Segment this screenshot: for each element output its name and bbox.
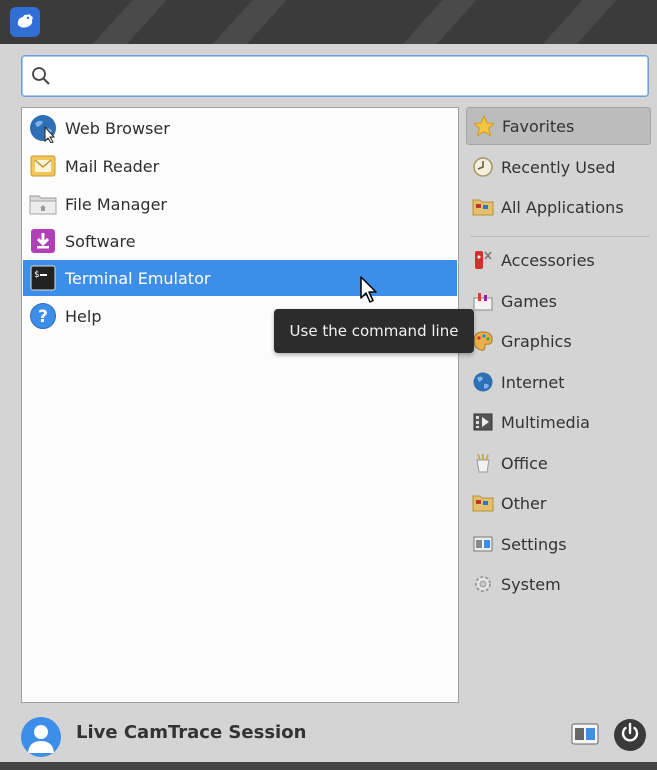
settings-icon <box>471 532 495 556</box>
category-all-applications[interactable]: All Applications <box>466 188 651 226</box>
category-games[interactable]: Games <box>466 282 651 320</box>
category-system[interactable]: System <box>466 565 651 603</box>
category-label: Settings <box>501 534 567 554</box>
file-manager-icon <box>28 189 58 219</box>
svg-text:$: $ <box>34 270 39 280</box>
category-label: Other <box>501 493 547 513</box>
category-label: All Applications <box>501 197 624 217</box>
app-item-mail-reader[interactable]: Mail Reader <box>23 148 457 184</box>
app-item-file-manager[interactable]: File Manager <box>23 186 457 222</box>
category-accessories[interactable]: Accessories <box>466 241 651 279</box>
category-internet[interactable]: Internet <box>466 363 651 401</box>
graphics-icon <box>471 329 495 353</box>
category-graphics[interactable]: Graphics <box>466 322 651 360</box>
category-label: Favorites <box>502 116 575 136</box>
web-browser-icon <box>28 113 58 143</box>
menu-footer: Live CamTrace Session <box>0 708 657 762</box>
tooltip-text: Use the command line <box>289 322 459 340</box>
user-avatar-icon <box>21 717 61 757</box>
app-item-label: Terminal Emulator <box>65 268 211 288</box>
accessories-icon <box>471 248 495 272</box>
category-label: System <box>501 574 561 594</box>
session-username: Live CamTrace Session <box>76 722 307 743</box>
app-item-label: Software <box>65 231 136 251</box>
category-label: Games <box>501 291 557 311</box>
favorites-list: Web Browser Mail Reader File Manager Sof… <box>21 107 459 703</box>
desktop-edge <box>0 762 657 770</box>
settings-manager-button[interactable] <box>569 722 601 750</box>
mouse-pointer-icon <box>359 276 379 308</box>
category-separator <box>470 236 650 237</box>
panel-bar <box>0 0 657 44</box>
app-item-label: Mail Reader <box>65 156 160 176</box>
clock-icon <box>471 155 495 179</box>
app-item-label: Help <box>65 306 102 326</box>
star-icon <box>472 114 496 138</box>
category-favorites[interactable]: Favorites <box>466 107 651 145</box>
office-icon <box>471 451 495 475</box>
app-item-label: Web Browser <box>65 118 170 138</box>
software-icon <box>28 226 58 256</box>
help-icon: ? <box>28 301 58 331</box>
games-icon <box>471 289 495 313</box>
folder-icon <box>471 195 495 219</box>
app-item-terminal-emulator[interactable]: $ Terminal Emulator <box>23 260 457 296</box>
category-label: Recently Used <box>501 157 616 177</box>
category-label: Graphics <box>501 331 572 351</box>
category-label: Accessories <box>501 250 595 270</box>
svg-text:?: ? <box>38 307 48 327</box>
terminal-icon: $ <box>28 263 58 293</box>
app-item-web-browser[interactable]: Web Browser <box>23 110 457 146</box>
category-label: Office <box>501 453 548 473</box>
internet-icon <box>471 370 495 394</box>
power-button[interactable] <box>614 719 646 751</box>
power-icon <box>619 722 641 748</box>
category-other[interactable]: Other <box>466 484 651 522</box>
category-recently-used[interactable]: Recently Used <box>466 148 651 186</box>
settings-icon <box>571 723 599 749</box>
mail-reader-icon <box>28 151 58 181</box>
app-item-label: File Manager <box>65 194 167 214</box>
category-multimedia[interactable]: Multimedia <box>466 403 651 441</box>
xfce-mouse-icon[interactable] <box>10 7 40 37</box>
other-icon <box>471 491 495 515</box>
search-input[interactable] <box>64 64 638 90</box>
tooltip: Use the command line <box>274 309 474 353</box>
multimedia-icon <box>471 410 495 434</box>
category-label: Multimedia <box>501 412 590 432</box>
system-icon <box>471 572 495 596</box>
search-field[interactable] <box>21 55 649 97</box>
app-item-software[interactable]: Software <box>23 223 457 259</box>
category-label: Internet <box>501 372 565 392</box>
search-icon <box>31 66 51 90</box>
category-office[interactable]: Office <box>466 444 651 482</box>
category-settings[interactable]: Settings <box>466 525 651 563</box>
